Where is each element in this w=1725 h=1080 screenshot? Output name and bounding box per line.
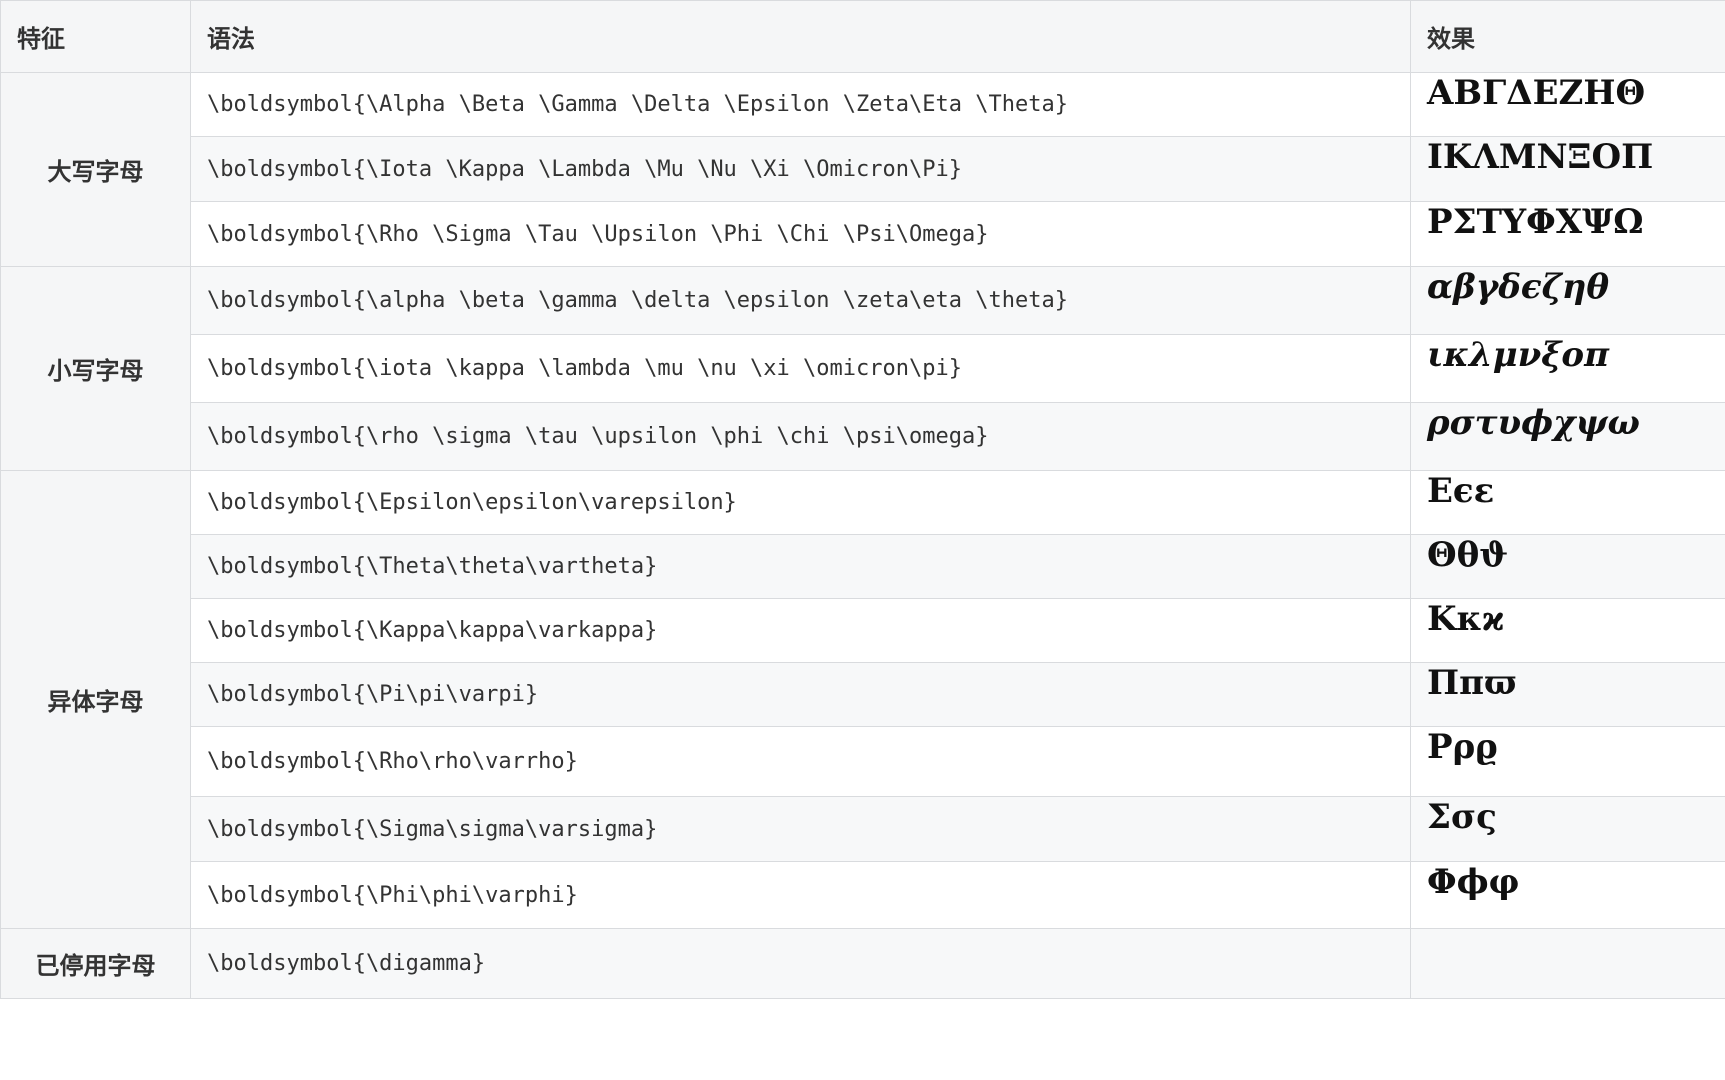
effect-cell: ΙΚΛΜΝΞΟΠ — [1410, 136, 1725, 202]
syntax-cell: \boldsymbol{\Sigma\sigma\varsigma} — [190, 796, 1411, 862]
table-row: \boldsymbol{\Iota \Kappa \Lambda \Mu \Nu… — [1, 136, 1725, 202]
effect-cell: Κκϰ — [1410, 598, 1725, 663]
effect-cell: αβγδϵζηθ — [1410, 266, 1725, 335]
effect-cell: ρστυϕχψω — [1410, 402, 1725, 471]
table-row: 异体字母 \boldsymbol{\Epsilon\epsilon\vareps… — [0, 470, 1725, 929]
table-row: \boldsymbol{\Theta\theta\vartheta} Θθϑ — [1, 534, 1725, 599]
effect-cell: Θθϑ — [1410, 534, 1725, 599]
group-label-uppercase: 大写字母 — [0, 72, 191, 267]
effect-cell: ΑΒΓΔΕΖΗΘ — [1410, 72, 1725, 137]
syntax-cell: \boldsymbol{\rho \sigma \tau \upsilon \p… — [190, 402, 1411, 471]
effect-cell: Ππϖ — [1410, 662, 1725, 727]
table-row: \boldsymbol{\Pi\pi\varpi} Ππϖ — [1, 662, 1725, 727]
group-label-variants: 异体字母 — [0, 470, 191, 929]
syntax-cell: \boldsymbol{\Epsilon\epsilon\varepsilon} — [190, 470, 1411, 535]
table-header-row: 特征 语法 效果 — [0, 0, 1725, 73]
table-row: \boldsymbol{\Phi\phi\varphi} Φϕφ — [1, 861, 1725, 929]
table-row: 已停用字母 \boldsymbol{\digamma} — [0, 928, 1725, 999]
table-row: \boldsymbol{\iota \kappa \lambda \mu \nu… — [1, 334, 1725, 403]
table-row: \boldsymbol{\Sigma\sigma\varsigma} Σσς — [1, 796, 1725, 862]
header-syntax: 语法 — [190, 0, 1411, 73]
table-row: \boldsymbol{\Rho \Sigma \Tau \Upsilon \P… — [1, 201, 1725, 267]
syntax-cell: \boldsymbol{\Kappa\kappa\varkappa} — [190, 598, 1411, 663]
group-label-deprecated: 已停用字母 — [0, 928, 191, 999]
effect-cell: Σσς — [1410, 796, 1725, 862]
effect-cell: ΡΣΤΥΦΧΨΩ — [1410, 201, 1725, 267]
syntax-cell: \boldsymbol{\iota \kappa \lambda \mu \nu… — [190, 334, 1411, 403]
effect-cell: Φϕφ — [1410, 861, 1725, 929]
syntax-cell: \boldsymbol{\Iota \Kappa \Lambda \Mu \Nu… — [190, 136, 1411, 202]
syntax-cell: \boldsymbol{\Pi\pi\varpi} — [190, 662, 1411, 727]
effect-cell: Εϵε — [1410, 470, 1725, 535]
table-row: \boldsymbol{\Kappa\kappa\varkappa} Κκϰ — [1, 598, 1725, 663]
effect-cell — [1410, 928, 1725, 999]
group-label-lowercase: 小写字母 — [0, 266, 191, 471]
syntax-cell: \boldsymbol{\digamma} — [190, 928, 1411, 999]
syntax-cell: \boldsymbol{\Rho \Sigma \Tau \Upsilon \P… — [190, 201, 1411, 267]
effect-cell: ικλμνξοπ — [1410, 334, 1725, 403]
syntax-cell: \boldsymbol{\Theta\theta\vartheta} — [190, 534, 1411, 599]
syntax-cell: \boldsymbol{\Phi\phi\varphi} — [190, 861, 1411, 929]
greek-letters-table: 特征 语法 效果 大写字母 \boldsymbol{\Alpha \Beta \… — [0, 0, 1725, 999]
table-row: 小写字母 \boldsymbol{\alpha \beta \gamma \de… — [0, 266, 1725, 471]
syntax-cell: \boldsymbol{\Alpha \Beta \Gamma \Delta \… — [190, 72, 1411, 137]
syntax-cell: \boldsymbol{\Rho\rho\varrho} — [190, 726, 1411, 797]
effect-cell: Ρρϱ — [1410, 726, 1725, 797]
syntax-cell: \boldsymbol{\alpha \beta \gamma \delta \… — [190, 266, 1411, 335]
table-row: \boldsymbol{\Rho\rho\varrho} Ρρϱ — [1, 726, 1725, 797]
table-row: 大写字母 \boldsymbol{\Alpha \Beta \Gamma \De… — [0, 72, 1725, 267]
header-feature: 特征 — [0, 0, 191, 73]
table-row: \boldsymbol{\rho \sigma \tau \upsilon \p… — [1, 402, 1725, 471]
header-effect: 效果 — [1410, 0, 1725, 73]
